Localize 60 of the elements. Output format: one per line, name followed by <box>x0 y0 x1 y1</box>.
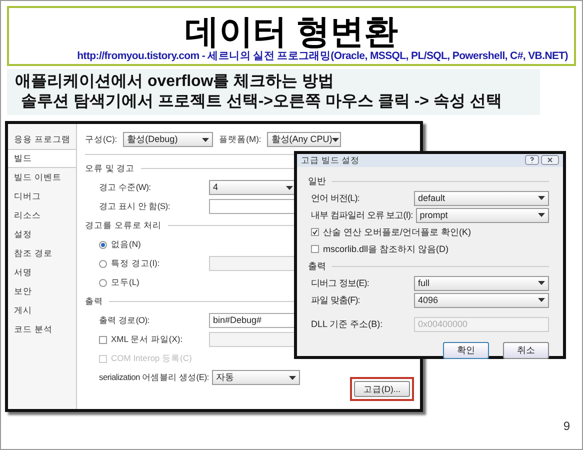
dropdown[interactable]: 4096 <box>414 292 549 308</box>
dropdown[interactable]: 활성(Debug) <box>123 132 214 147</box>
sidebar-tab[interactable]: 빌드 <box>8 149 76 168</box>
sidebar-tab[interactable]: 코드 분석 <box>8 320 76 339</box>
checkbox[interactable]: 산술 연산 오버플로/언더플로 확인(K) <box>311 226 471 239</box>
instruction-text: 솔루션 탐색기에서 프로젝트 선택->오른쪽 마우스 클릭 -> 속성 선택 <box>20 92 503 112</box>
section-heading: 경고를 오류로 처리 <box>85 219 162 232</box>
dialog-button[interactable]: 취소 <box>503 342 549 359</box>
sidebar-tab[interactable]: 설정 <box>8 225 76 244</box>
radio-button[interactable]: 특정 경고(I): <box>99 257 209 270</box>
dialog-button[interactable]: 확인 <box>443 342 489 359</box>
caret-icon <box>538 281 545 286</box>
page-number: 9 <box>563 418 570 435</box>
section-heading: 출력 <box>308 260 326 272</box>
caret-icon <box>288 376 296 380</box>
field-label: 경고 수준(W): <box>99 181 152 194</box>
dropdown[interactable]: default <box>414 190 549 206</box>
dropdown[interactable]: 4 <box>209 180 297 195</box>
field-label: 경고 표시 안 함(S): <box>99 200 171 213</box>
caret-icon <box>202 138 210 142</box>
field-label: 구성(C): <box>85 133 118 146</box>
dialog-title: 고급 빌드 설정 <box>301 154 360 167</box>
help-icon[interactable] <box>525 155 539 166</box>
checkbox[interactable]: mscorlib.dll을 참조하지 않음(D) <box>311 242 449 256</box>
advanced-button[interactable]: 고급(D)... <box>354 381 410 397</box>
slide-title: 데이터 형변환 <box>184 14 398 50</box>
caret-icon <box>286 186 293 190</box>
sidebar-tab[interactable]: 빌드 이벤트 <box>8 168 76 187</box>
sidebar-tab[interactable]: 디버그 <box>8 187 76 206</box>
dropdown[interactable]: full <box>414 276 549 291</box>
checkbox[interactable]: XML 문서 파일(X): <box>99 333 209 346</box>
field-label: 디버그 정보(E): <box>311 276 370 290</box>
sidebar-tab[interactable]: 참조 경로 <box>8 244 76 263</box>
dropdown[interactable]: prompt <box>416 208 549 223</box>
sidebar-tab[interactable]: 게시 <box>8 301 76 320</box>
field-label: 언어 버전(L): <box>311 192 360 205</box>
sidebar-tab[interactable]: 서명 <box>8 263 76 282</box>
close-icon[interactable] <box>541 155 559 166</box>
section-heading: 일반 <box>308 174 326 188</box>
field-label: 파일 맞춤(F): <box>311 294 361 307</box>
radio-button[interactable]: 모두(L) <box>99 276 209 289</box>
field-label: 플랫폼(M): <box>219 133 262 146</box>
field-label: DLL 기준 주소(B): <box>311 318 384 331</box>
dropdown[interactable]: 자동 <box>212 370 300 385</box>
caret-icon <box>538 298 545 302</box>
caret-icon <box>332 138 340 142</box>
instruction-text: 애플리케이션에서 overflow를 체크하는 방법 <box>15 72 336 92</box>
radio-button[interactable]: 없음(N) <box>99 238 209 251</box>
sidebar-tab[interactable]: 보안 <box>8 282 76 301</box>
section-heading: 출력 <box>85 295 103 308</box>
subtitle-link[interactable]: http://fromyou.tistory.com - 세르니의 실전 프로그래밍(Oracle, MSSQL, PL/SQL, Powershell, C#, VB.NET) <box>77 50 574 63</box>
section-heading: 오류 및 경고 <box>85 162 135 175</box>
field-label: 내부 컴파일러 오류 보고(I): <box>311 208 414 222</box>
field-label: serialization 어셈블리 생성(E): <box>99 371 210 384</box>
caret-icon <box>538 213 545 218</box>
sidebar-tab[interactable]: 응용 프로그램 <box>8 130 76 149</box>
dropdown[interactable]: 활성(Any CPU) <box>267 132 342 147</box>
caret-icon <box>538 196 545 200</box>
field-label: 출력 경로(O): <box>99 314 150 327</box>
sidebar-tab[interactable]: 리소스 <box>8 206 76 225</box>
